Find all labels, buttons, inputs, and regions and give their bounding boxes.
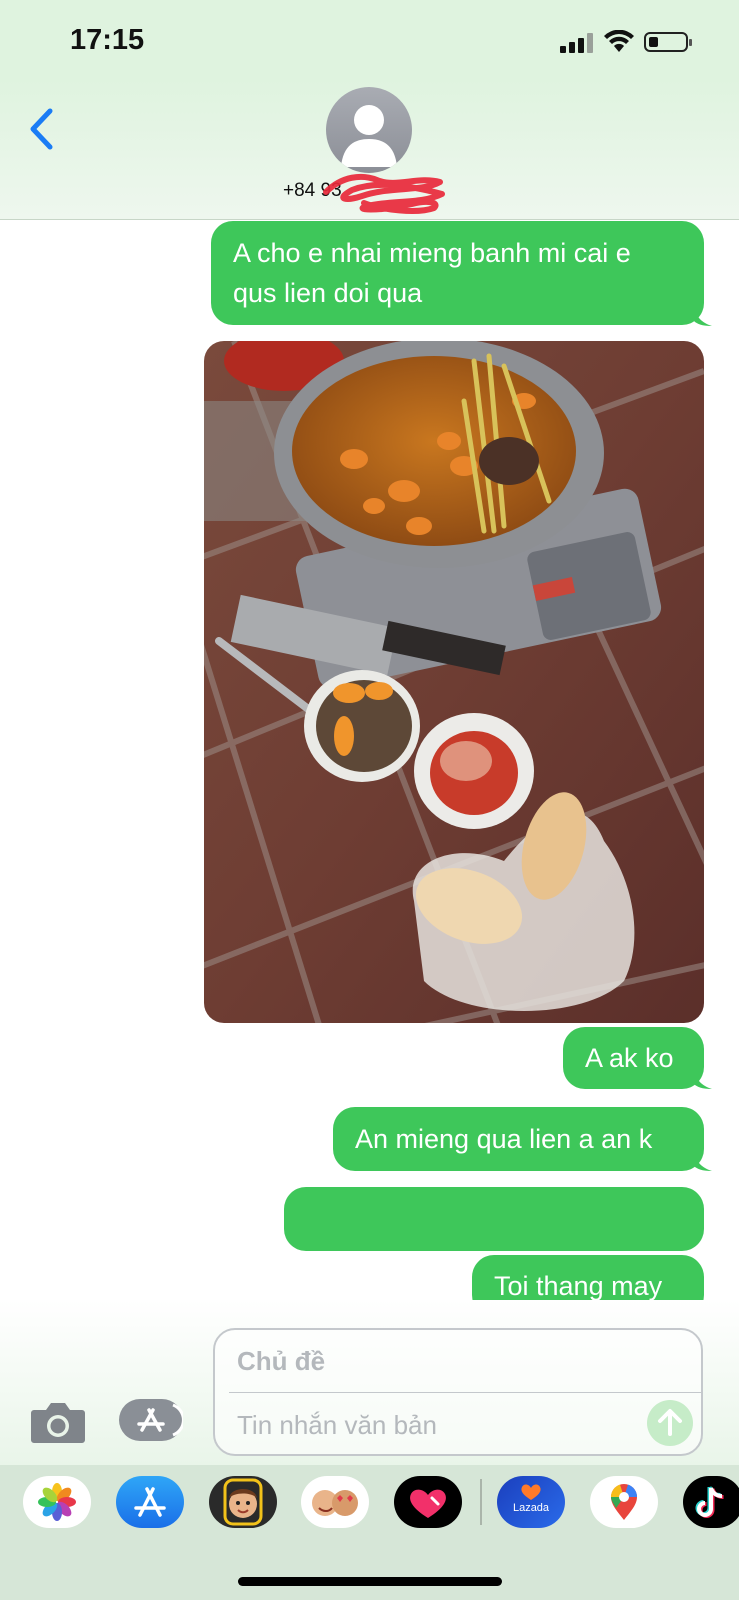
message-bubble[interactable]: Co dau e an xong chay qua — [284, 1187, 704, 1298]
map-pin-icon — [610, 1484, 638, 1520]
send-button[interactable] — [647, 1400, 693, 1446]
home-indicator[interactable] — [238, 1577, 502, 1586]
food-photo — [204, 341, 704, 1023]
app-store-glyph-icon — [137, 1403, 185, 1437]
contact-avatar[interactable] — [326, 87, 412, 173]
subject-input[interactable]: Chủ đề — [237, 1346, 325, 1377]
bubble-tail — [694, 1152, 712, 1171]
field-divider — [229, 1392, 701, 1393]
app-store-icon[interactable] — [116, 1476, 184, 1528]
message-text: Toi thang may — [494, 1271, 663, 1301]
battery-icon — [644, 32, 692, 52]
cellular-signal-icon — [560, 33, 594, 53]
memoji-stickers-icon[interactable] — [301, 1476, 369, 1528]
lazada-label: Lazada — [512, 1502, 550, 1514]
message-bubble[interactable]: A ak ko — [563, 1027, 704, 1089]
message-bubble[interactable]: An mieng qua lien a an k — [333, 1107, 704, 1171]
wifi-icon — [604, 30, 634, 52]
memoji-face-icon — [223, 1478, 263, 1526]
dock-separator — [480, 1479, 482, 1525]
message-text-line: qus lien doi qua — [233, 278, 423, 308]
person-silhouette-icon — [341, 105, 397, 167]
photos-flower-icon — [38, 1483, 76, 1521]
message-text: A ak ko — [585, 1043, 674, 1073]
status-time: 17:15 — [70, 24, 145, 56]
google-maps-icon[interactable] — [590, 1476, 658, 1528]
camera-icon[interactable] — [30, 1400, 86, 1444]
message-text-line: A cho e nhai mieng banh mi cai e — [233, 238, 631, 268]
lazada-icon[interactable]: Lazada — [497, 1476, 565, 1528]
bubble-tail — [694, 307, 712, 326]
redaction-scribble — [323, 173, 445, 214]
status-bar: 17:15 — [0, 0, 739, 80]
message-compose-field[interactable]: Chủ đề Tin nhắn văn bản — [213, 1328, 703, 1456]
message-bubble[interactable]: A cho e nhai mieng banh mi cai e qus lie… — [211, 221, 704, 325]
back-chevron-icon[interactable] — [28, 108, 54, 150]
photos-app-icon[interactable] — [23, 1476, 91, 1528]
app-store-glyph — [134, 1487, 166, 1517]
memoji-icon[interactable] — [209, 1476, 277, 1528]
stickers-face-icon — [312, 1490, 358, 1516]
photo-attachment[interactable] — [204, 341, 704, 1023]
tiktok-note-icon — [695, 1486, 724, 1518]
heart-icon — [410, 1489, 446, 1518]
imessage-app-dock: Lazada — [0, 1465, 739, 1600]
digital-touch-icon[interactable] — [394, 1476, 462, 1528]
bubble-tail — [694, 1070, 712, 1089]
tiktok-icon[interactable] — [683, 1476, 739, 1528]
app-drawer-button[interactable] — [119, 1399, 185, 1441]
message-text: An mieng qua lien a an k — [355, 1124, 653, 1154]
compose-area: Chủ đề Tin nhắn văn bản — [0, 1300, 739, 1465]
conversation-header: +84 93 — [0, 80, 739, 220]
message-input[interactable]: Tin nhắn văn bản — [237, 1410, 437, 1441]
arrow-up-icon — [658, 1409, 682, 1436]
